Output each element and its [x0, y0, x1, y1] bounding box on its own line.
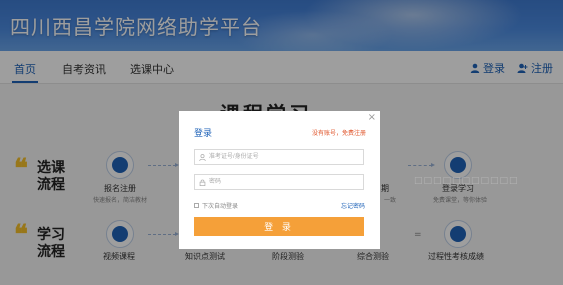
close-icon[interactable]: × [368, 112, 376, 123]
username-input[interactable] [209, 151, 359, 163]
forgot-password-link[interactable]: 忘记密码 [341, 201, 365, 210]
remember-me[interactable]: 下次自动登录 [194, 201, 238, 210]
placeholder-glyphs: □□□□□□□□□□□ [414, 176, 519, 186]
password-input[interactable] [209, 176, 359, 188]
remember-label: 下次自动登录 [202, 203, 239, 210]
username-field[interactable] [194, 149, 364, 165]
modal-title: 登录 [194, 129, 213, 139]
remember-checkbox[interactable] [194, 203, 199, 208]
password-field[interactable] [194, 174, 364, 190]
user-icon [199, 153, 206, 161]
login-submit-button[interactable]: 登 录 [194, 217, 364, 236]
login-modal: × 登录 没有账号，免费注册 下次自动登录 忘记密码 登 录 [179, 111, 380, 249]
free-register-link[interactable]: 没有账号，免费注册 [312, 128, 366, 137]
lock-icon [199, 179, 206, 186]
